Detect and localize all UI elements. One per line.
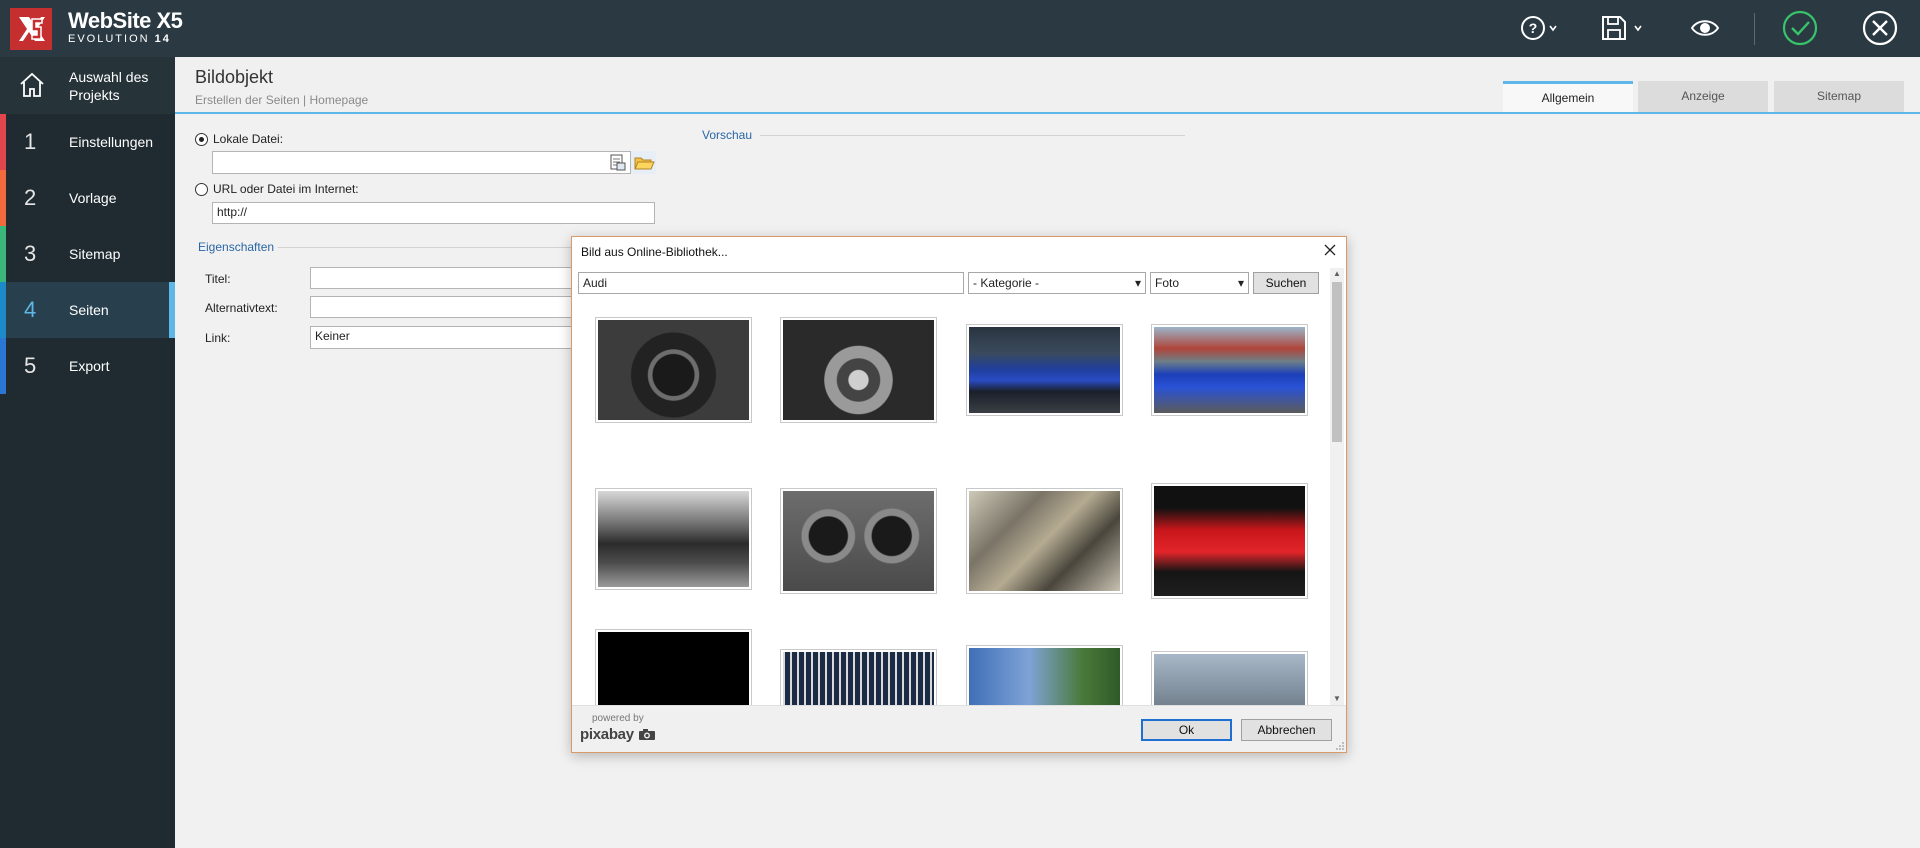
browse-file-button[interactable] [609,154,627,171]
thumbnail-red-audi-r8[interactable] [1151,483,1308,599]
thumbnail-blue-audi-coupe[interactable] [966,324,1123,416]
sidebar-item-project-selection[interactable]: Auswahl des Projekts [0,57,175,114]
svg-text:?: ? [1529,20,1538,36]
dialog-footer: powered by pixabay Ok Abbrechen [572,705,1346,752]
sidebar-item-label: Seiten [69,302,109,318]
preview-section-title: Vorschau [702,128,753,142]
save-icon [1602,16,1642,40]
thumbnail-blue-audi-sedan[interactable] [1151,324,1308,416]
close-app-button[interactable] [1862,10,1898,46]
local-file-label: Lokale Datei: [213,132,284,146]
alt-text-input[interactable] [310,296,572,318]
help-icon: ? [1521,16,1557,40]
confirm-button[interactable] [1782,10,1818,46]
thumbnail-audi-gear-shift[interactable] [780,317,937,423]
link-field[interactable]: Keiner [310,326,572,349]
url-radio[interactable] [195,183,208,196]
check-circle-icon [1782,10,1818,46]
sidebar-item-settings[interactable]: 1 Einstellungen [0,114,175,170]
sidebar-item-template[interactable]: 2 Vorlage [0,170,175,226]
active-indicator [169,282,175,338]
alt-text-label: Alternativtext: [205,301,278,315]
pixabay-logo: pixabay [580,726,656,743]
powered-by-text: powered by [592,713,644,724]
thumbnail-audi-air-vents[interactable] [780,488,937,594]
title-label: Titel: [205,272,231,286]
home-icon [20,72,44,97]
app-subtitle: EVOLUTION 14 [68,33,171,45]
sidebar-item-export[interactable]: 5 Export [0,338,175,394]
sidebar-item-label: Auswahl des Projekts [69,68,149,103]
step-number: 1 [24,129,37,154]
sidebar: Auswahl des Projekts 1 Einstellungen 2 V… [0,57,175,848]
link-label: Link: [205,331,231,345]
close-icon [1324,244,1336,256]
scroll-thumb[interactable] [1332,282,1342,442]
open-folder-button[interactable] [630,151,656,174]
category-select-value: - Kategorie - [973,276,1040,290]
breadcrumb: Erstellen der Seiten | Homepage [195,93,369,107]
type-select[interactable]: Foto [1150,272,1249,294]
camera-icon [638,729,655,740]
thumbnail-audi-cockpit[interactable] [595,317,752,423]
sidebar-item-label: Vorlage [69,190,117,206]
title-input[interactable] [310,267,572,289]
tab-sitemap[interactable]: Sitemap [1774,81,1904,112]
sidebar-item-label: Einstellungen [69,134,154,150]
app-logo-text: WebSite X5 EVOLUTION 14 [68,8,183,46]
resize-grip-icon[interactable] [1336,742,1344,750]
thumbnail-audi-engine[interactable] [966,488,1123,594]
section-divider [278,247,578,248]
sidebar-item-label: Export [69,358,110,374]
step-number: 5 [24,353,37,378]
scroll-up-arrow-icon[interactable]: ▲ [1330,268,1344,280]
results-scrollbar[interactable]: ▲ ▼ [1330,268,1344,705]
save-menu-button[interactable] [1600,10,1646,46]
help-menu-button[interactable]: ? [1520,10,1560,46]
page-title: Bildobjekt [195,67,274,87]
dialog-close-button[interactable] [1322,242,1338,258]
top-bar: WebSite X5 EVOLUTION 14 ? [0,0,1920,57]
local-file-field[interactable] [212,151,655,174]
app-title: WebSite X5 [68,8,183,33]
document-icon [610,154,626,171]
sidebar-stripe [0,338,6,394]
section-divider [760,135,1185,136]
page-header: Bildobjekt Erstellen der Seiten | Homepa… [175,57,1920,114]
local-file-radio[interactable] [195,133,208,146]
eye-icon [1690,20,1720,36]
type-select-value: Foto [1155,276,1180,290]
category-select[interactable]: - Kategorie - [968,272,1146,294]
step-number: 3 [24,241,37,266]
sidebar-stripe [0,226,6,282]
preview-button[interactable] [1690,10,1720,46]
image-results-grid [575,304,1328,744]
url-label: URL oder Datei im Internet: [213,182,359,196]
ok-button[interactable]: Ok [1141,719,1232,741]
sidebar-stripe [0,282,6,338]
sidebar-stripe [0,114,6,170]
online-library-dialog: Bild aus Online-Bibliothek... Audi - Kat… [571,236,1347,753]
sidebar-item-pages[interactable]: 4 Seiten [0,282,175,338]
properties-section-title: Eigenschaften [198,240,275,254]
sidebar-item-label: Sitemap [69,246,121,262]
folder-icon [634,157,655,170]
scroll-down-arrow-icon[interactable]: ▼ [1330,693,1344,705]
search-input[interactable]: Audi [578,272,964,294]
tab-allgemein[interactable]: Allgemein [1503,81,1633,112]
websitex5-logo-icon [10,8,52,50]
sidebar-item-sitemap[interactable]: 3 Sitemap [0,226,175,282]
thumbnail-audi-sedan-bw[interactable] [595,488,752,590]
url-input[interactable]: http:// [212,202,655,224]
step-number: 2 [24,185,37,210]
tab-anzeige[interactable]: Anzeige [1638,81,1768,112]
search-button[interactable]: Suchen [1253,272,1319,294]
step-number: 4 [24,297,37,322]
close-circle-icon [1862,10,1898,46]
dialog-title: Bild aus Online-Bibliothek... [581,245,728,259]
cancel-button[interactable]: Abbrechen [1241,719,1332,741]
toolbar-separator [1754,13,1755,45]
sidebar-stripe [0,170,6,226]
